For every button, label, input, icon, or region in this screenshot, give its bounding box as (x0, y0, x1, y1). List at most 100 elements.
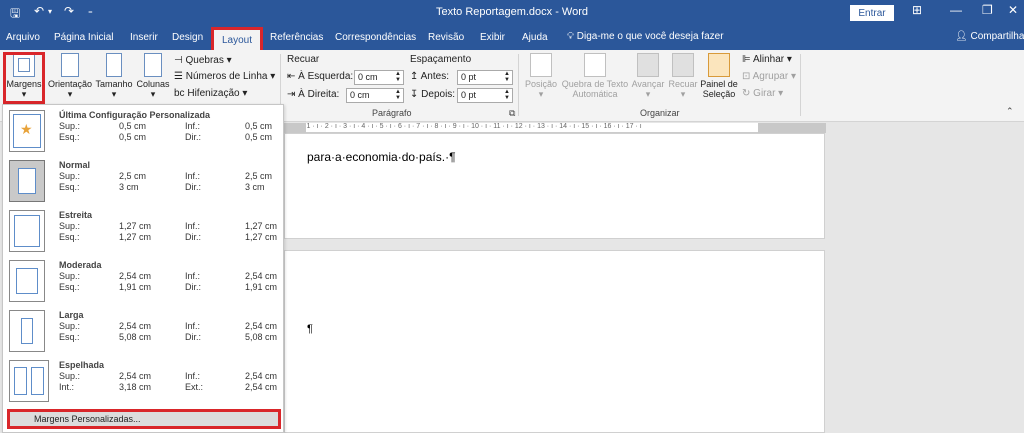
tab-insert[interactable]: Inserir (130, 32, 158, 43)
option-key: Inf.: (185, 321, 201, 331)
option-key: Sup.: (59, 271, 81, 281)
bring-forward-button[interactable]: Avançar ▾ (630, 53, 666, 100)
orientation-button[interactable]: Orientação ▾ (48, 53, 92, 100)
margin-option-normal[interactable]: Normal Sup.: 2,5 cm Inf.: 2,5 cm Esq.: 3… (3, 155, 283, 205)
option-key: Dir.: (185, 132, 202, 142)
arrange-group-label: Organizar (640, 108, 680, 118)
option-name: Moderada (59, 260, 102, 270)
tab-home[interactable]: Página Inicial (54, 32, 113, 43)
indent-right-input[interactable]: 0 cm ▲ ▼ (346, 88, 404, 103)
wrap-text-icon (584, 53, 606, 77)
send-backward-icon (672, 53, 694, 77)
option-value: 1,27 cm (245, 221, 278, 231)
selection-pane-label-2: Seleção (702, 89, 736, 99)
restore-icon[interactable]: ❐ (982, 3, 993, 17)
line-numbers-button[interactable]: ☰ Números de Linha ▾ (174, 71, 275, 82)
tab-layout[interactable]: Layout (211, 27, 264, 50)
align-label: Alinhar (752, 54, 785, 65)
position-dropdown-icon: ▾ (538, 89, 544, 99)
document-page-1[interactable]: para·a·economia·do·país.·¶ (284, 133, 825, 239)
vertical-scrollbar[interactable] (1012, 133, 1024, 433)
tab-review[interactable]: Revisão (428, 32, 464, 43)
paragraph-mark: ¶ (307, 323, 313, 335)
bring-forward-icon (637, 53, 659, 77)
align-button[interactable]: ⊫ Alinhar ▾ (742, 54, 792, 65)
margin-option-last-custom[interactable]: ★ Última Configuração Personalizada Sup.… (3, 105, 283, 155)
ribbon-display-icon[interactable]: ⊞ (912, 3, 922, 17)
option-key: Int.: (59, 382, 75, 392)
ribbon-separator (800, 54, 801, 116)
line-numbers-icon: ☰ (174, 71, 183, 82)
orientation-label: Orientação (48, 79, 93, 89)
paragraph-dialog-launcher-icon[interactable]: ⧉ (509, 108, 515, 119)
rotate-label: Girar (753, 88, 776, 99)
group-icon: ⊡ (742, 71, 751, 82)
size-button[interactable]: Tamanho ▾ (94, 53, 134, 100)
wrap-text-label-2: Automática (572, 89, 618, 99)
option-value: 3 cm (119, 182, 139, 192)
wrap-text-button[interactable]: Quebra de Texto Automática (560, 53, 630, 99)
normal-margins-icon (9, 160, 45, 202)
tab-view[interactable]: Exibir (480, 32, 505, 43)
ruler-left-margin (284, 123, 306, 133)
group-button[interactable]: ⊡ Agrupar ▾ (742, 71, 796, 82)
spacing-label: Espaçamento (410, 54, 472, 65)
margin-option-moderate[interactable]: Moderada Sup.: 2,54 cm Inf.: 2,54 cm Esq… (3, 255, 283, 305)
option-name: Última Configuração Personalizada (59, 110, 211, 120)
option-key: Inf.: (185, 221, 201, 231)
size-icon (106, 53, 122, 77)
ruler-ticks: · 2 · ı · 1 · ı · 2 · ı · 3 · ı · 4 · ı … (284, 123, 642, 130)
tab-design[interactable]: Design (172, 32, 203, 43)
margin-option-narrow[interactable]: Estreita Sup.: 1,27 cm Inf.: 1,27 cm Esq… (3, 205, 283, 255)
size-label: Tamanho (95, 79, 133, 89)
person-icon: 👤︎ (955, 31, 968, 42)
narrow-margins-icon (9, 210, 45, 252)
spacing-before-text: Antes: (420, 71, 449, 82)
indent-left-input[interactable]: 0 cm ▲ ▼ (354, 70, 404, 85)
option-key: Sup.: (59, 321, 81, 331)
margin-option-wide[interactable]: Larga Sup.: 2,54 cm Inf.: 2,54 cm Esq.: … (3, 305, 283, 355)
spacing-after-input[interactable]: 0 pt ▲ ▼ (457, 88, 513, 103)
send-backward-button[interactable]: Recuar ▾ (666, 53, 700, 100)
spinner-icon[interactable]: ▲ ▼ (395, 71, 401, 83)
spacing-before-input[interactable]: 0 pt ▲ ▼ (457, 70, 513, 85)
option-value: 2,5 cm (245, 171, 273, 181)
option-value: 1,27 cm (119, 232, 152, 242)
document-text[interactable]: para·a·economia·do·país.·¶ (307, 150, 456, 164)
wide-margins-icon (9, 310, 45, 352)
option-name: Normal (59, 160, 91, 170)
option-key: Esq.: (59, 132, 80, 142)
spinner-icon[interactable]: ▲ ▼ (395, 89, 401, 101)
horizontal-ruler[interactable]: · 2 · ı · 1 · ı · 2 · ı · 3 · ı · 4 · ı … (284, 123, 826, 133)
tab-mailings[interactable]: Correspondências (335, 32, 416, 43)
collapse-ribbon-icon[interactable]: ⌃ (1006, 106, 1014, 117)
tell-me-search[interactable]: 💡︎ Diga-me o que você deseja fazer (567, 31, 724, 42)
tab-references[interactable]: Referências (270, 32, 323, 43)
spinner-icon[interactable]: ▲ ▼ (504, 71, 510, 83)
paragraph-group-label: Parágrafo (372, 108, 412, 118)
send-backward-label: Recuar (668, 79, 698, 89)
custom-margins-button[interactable]: Margens Personalizadas... (7, 409, 281, 429)
option-key: Dir.: (185, 332, 202, 342)
option-key: Inf.: (185, 371, 201, 381)
spacing-after-text: Depois: (421, 89, 456, 100)
tab-help[interactable]: Ajuda (522, 32, 548, 43)
document-page-2[interactable]: ¶ (284, 250, 825, 433)
spinner-icon[interactable]: ▲ ▼ (504, 89, 510, 101)
hyphenation-button[interactable]: bc Hifenização ▾ (174, 88, 247, 99)
option-value: 1,91 cm (119, 282, 152, 292)
margin-option-mirrored[interactable]: Espelhada Sup.: 2,54 cm Inf.: 2,54 cm In… (3, 355, 283, 405)
position-label: Posição (524, 79, 558, 89)
share-button[interactable]: 👤︎ Compartilhar (955, 31, 1024, 42)
sign-in-button[interactable]: Entrar (850, 5, 894, 21)
selection-pane-button[interactable]: Painel de Seleção (700, 53, 738, 99)
star-icon: ★ (20, 121, 33, 137)
position-button[interactable]: Posição ▾ (524, 53, 558, 100)
tab-file[interactable]: Arquivo (6, 32, 40, 43)
breaks-button[interactable]: ⊣ Quebras ▾ (174, 55, 232, 66)
columns-button[interactable]: Colunas ▾ (136, 53, 170, 100)
option-value: 2,54 cm (119, 371, 152, 381)
minimize-icon[interactable]: — (950, 3, 962, 17)
rotate-button[interactable]: ↻ Girar ▾ (742, 88, 783, 99)
close-icon[interactable]: ✕ (1008, 3, 1018, 17)
